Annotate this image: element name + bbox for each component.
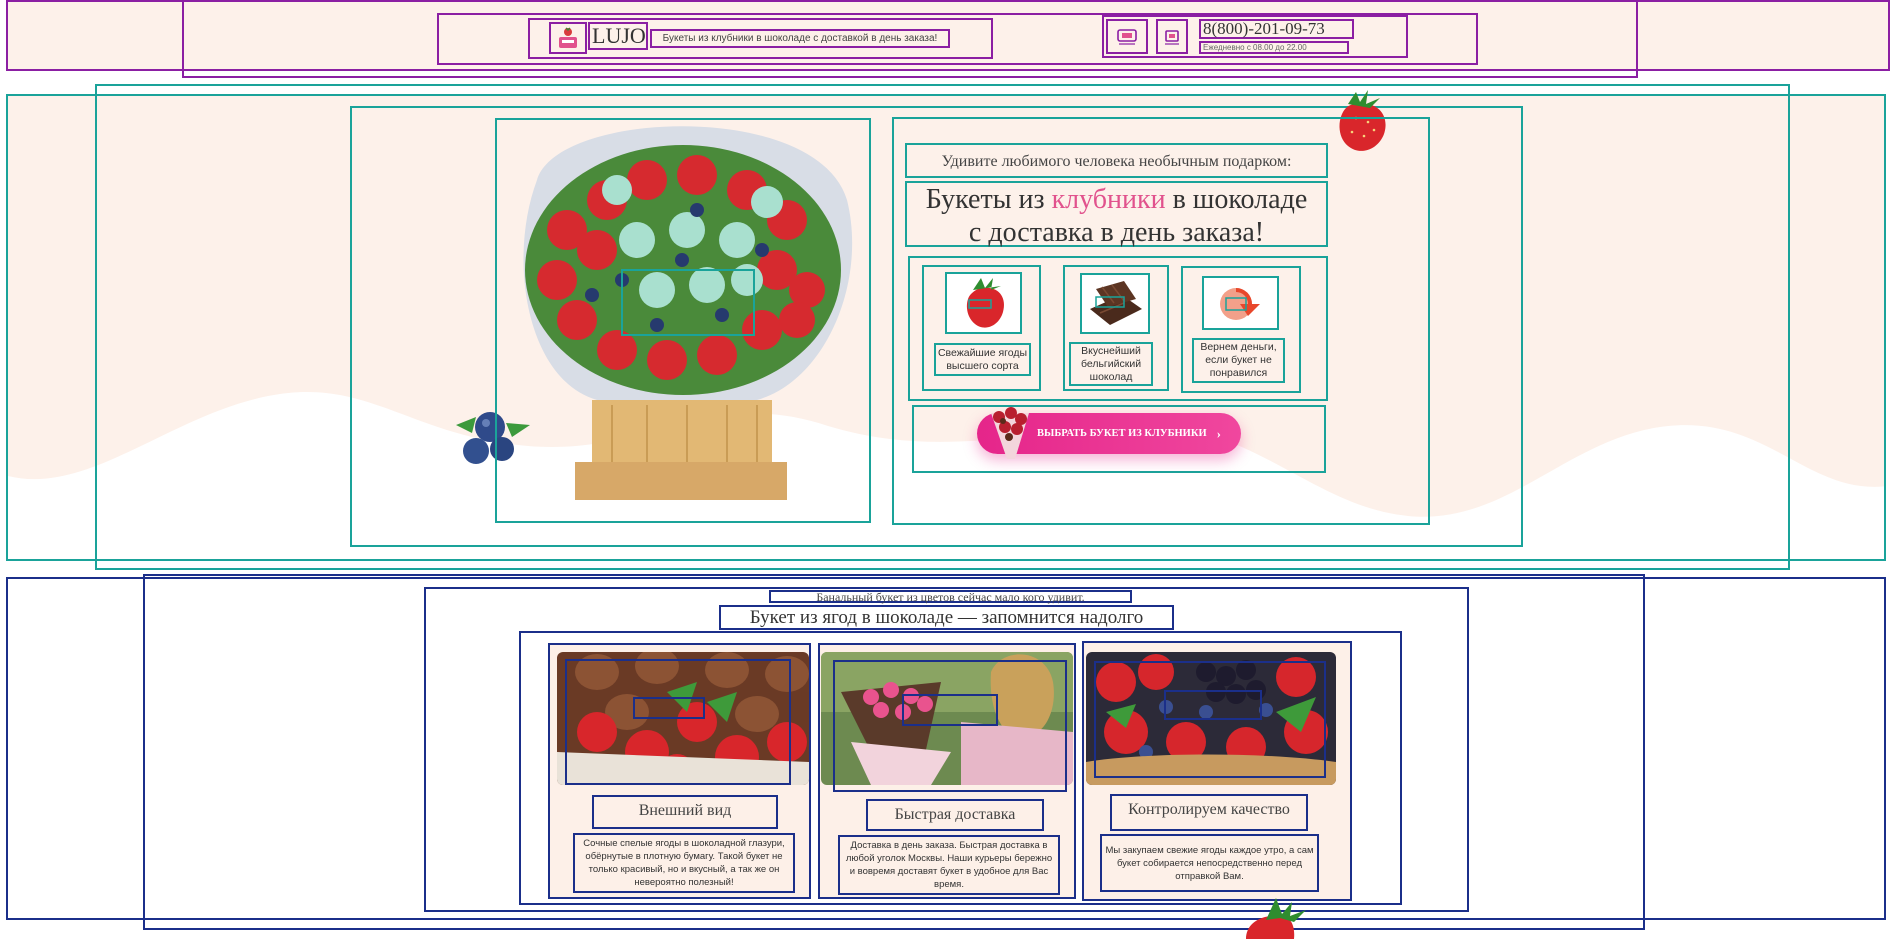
benefit-card-title: Внешний вид (592, 795, 778, 829)
chocolate-icon (1090, 281, 1142, 325)
feature-image (945, 272, 1022, 334)
hero-title-line2: с доставка в день заказа! (968, 217, 1265, 248)
chevron-right-icon: › (1216, 425, 1221, 441)
hero-image-column (495, 118, 871, 523)
phone-number[interactable]: 8(800)-201-09-73 (1199, 19, 1354, 39)
strawberry-icon (966, 278, 1005, 328)
cart-button[interactable] (1156, 19, 1188, 54)
image-focus (633, 697, 705, 719)
logo-text[interactable]: LUJO (588, 22, 648, 50)
feature-text: Свежайшие ягоды высшего сорта (934, 343, 1031, 376)
refund-icon (1220, 288, 1260, 320)
image-focus (902, 694, 998, 726)
hero-subtitle: Удивите любимого человека необычным пода… (905, 143, 1328, 178)
feature-image (1202, 276, 1279, 330)
logo-icon[interactable] (549, 22, 587, 54)
working-hours: Ежедневно с 08.00 до 22.00 (1199, 41, 1349, 54)
cta-label: ВЫБРАТЬ БУКЕТ ИЗ КЛУБНИКИ (1037, 428, 1207, 439)
image-frame (565, 659, 791, 785)
hero-title-accent: клубники (1051, 184, 1166, 215)
feature-image (1080, 273, 1150, 334)
benefit-card-text: Доставка в день заказа. Быстрая доставка… (838, 835, 1060, 895)
header-tagline: Букеты из клубники в шоколаде с доставко… (650, 29, 950, 48)
strawberry-bouquet-image (523, 126, 853, 500)
benefit-card-title: Быстрая доставка (866, 799, 1044, 831)
cart-icon (1165, 29, 1179, 45)
image-focus (1164, 690, 1262, 720)
benefits-title: Букет из ягод в шоколаде — запомнится на… (719, 605, 1174, 630)
hero-title-part1: Букеты из (925, 184, 1052, 215)
feature-text: Вкуснейший бельгийский шоколад (1069, 342, 1153, 386)
hero-title-part2: в шоколаде (1165, 184, 1308, 215)
decorative-strawberry-icon (1246, 898, 1306, 939)
benefits-pretitle: Банальный букет из цветов сейчас мало ко… (769, 590, 1132, 603)
feature-text: Вернем деньги, если букет не понравился (1192, 338, 1285, 383)
image-frame (833, 660, 1067, 792)
login-button[interactable] (1106, 19, 1148, 54)
user-icon (1117, 28, 1137, 45)
benefit-card-text: Мы закупаем свежие ягоды каждое утро, а … (1100, 834, 1319, 892)
benefit-card-title: Контролируем качество (1110, 794, 1308, 831)
hero-title: Букеты из клубники в шоколаде с доставка… (905, 181, 1328, 248)
mini-bouquet-icon (991, 407, 1029, 459)
benefit-card-text: Сочные спелые ягоды в шоколадной глазури… (573, 833, 795, 893)
